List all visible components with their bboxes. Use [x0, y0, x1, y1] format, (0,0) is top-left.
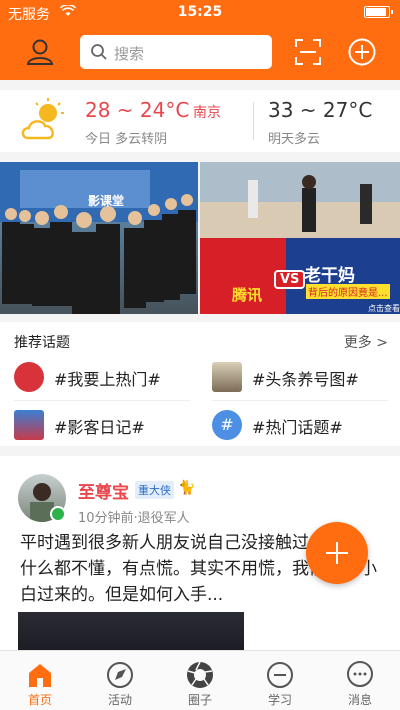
- topic-thumb: [14, 410, 44, 440]
- topics-title: 推荐话题: [14, 335, 70, 351]
- today-temperature: 28 ~ 24°C: [85, 98, 190, 122]
- topic-thumb: [14, 362, 44, 392]
- tab-circle[interactable]: 圈子: [160, 651, 240, 710]
- tab-messages[interactable]: 消息: [320, 651, 400, 710]
- compose-button[interactable]: [306, 522, 368, 584]
- learn-icon: [267, 662, 293, 688]
- status-bar: 无服务 15:25: [0, 0, 400, 26]
- tab-label: 学习: [267, 693, 292, 707]
- tab-label: 消息: [347, 693, 372, 707]
- activity-icon: [107, 662, 133, 688]
- banner-tag-1: 腾讯: [232, 286, 263, 304]
- search-icon: [91, 44, 107, 60]
- post-username[interactable]: 至尊宝: [78, 478, 129, 503]
- banner-right[interactable]: 腾讯 VS 老干妈 背后的原因竟是... 点击查看: [200, 162, 400, 314]
- tab-home[interactable]: 首页: [0, 651, 80, 710]
- search-placeholder: 搜索: [114, 45, 145, 63]
- add-icon[interactable]: [346, 36, 378, 68]
- banner-vs: VS: [274, 270, 306, 289]
- verified-icon: [50, 506, 66, 522]
- partly-cloudy-icon: [21, 98, 64, 140]
- city-label: 南京: [193, 105, 221, 121]
- divider: [212, 400, 388, 401]
- banner-cta: 点击查看: [368, 304, 400, 313]
- topic-label: #我要上热门#: [54, 370, 161, 389]
- tomorrow-description: 明天多云: [268, 132, 321, 147]
- topic-label: #热门话题#: [252, 418, 343, 437]
- weather-card[interactable]: 28 ~ 24°C 南京 今日 多云转阴 33 ~ 27°C 明天多云: [0, 90, 400, 152]
- banner-subtitle: 背后的原因竟是...: [306, 284, 390, 299]
- search-input[interactable]: 搜索: [80, 35, 272, 69]
- circle-icon: [187, 661, 213, 688]
- tomorrow-temperature: 33 ~ 27°C: [268, 98, 373, 122]
- banner-tag-2: 老干妈: [304, 266, 355, 286]
- battery-icon: [364, 6, 393, 18]
- topic-item[interactable]: # #热门话题#: [212, 404, 392, 444]
- header: 搜索: [0, 26, 400, 80]
- divider: [14, 400, 190, 401]
- hashtag-icon: #: [212, 410, 242, 440]
- scan-icon[interactable]: [292, 36, 324, 68]
- cat-icon: 🐈: [178, 480, 196, 496]
- topic-label: #头条养号图#: [252, 370, 359, 389]
- tab-learn[interactable]: 学习: [240, 651, 320, 710]
- topic-item[interactable]: #头条养号图#: [212, 356, 392, 396]
- banner-left[interactable]: 影课堂: [0, 162, 198, 314]
- tab-activity[interactable]: 活动: [80, 651, 160, 710]
- recommended-topics: 推荐话题 更多 > #我要上热门# #头条养号图# #影客日记# # #热门话题…: [0, 322, 400, 446]
- tab-label: 活动: [107, 693, 132, 707]
- clock: 15:25: [177, 4, 223, 20]
- post-meta: 10分钟前·退役军人: [78, 511, 190, 526]
- beach-photo: [200, 162, 400, 238]
- tab-label: 圈子: [187, 693, 212, 707]
- profile-icon[interactable]: [24, 36, 56, 68]
- group-photo: [0, 162, 198, 314]
- divider: [253, 102, 254, 140]
- bottom-tab-bar: 首页 活动 圈子 学习 消息: [0, 650, 400, 710]
- tab-label: 首页: [27, 693, 52, 707]
- topic-thumb: [212, 362, 242, 392]
- user-badge: 重大侠: [135, 481, 174, 499]
- banner-left-logo-text: 影课堂: [88, 194, 125, 208]
- message-icon: [347, 661, 373, 687]
- topic-item[interactable]: #我要上热门#: [14, 356, 194, 396]
- home-icon: [29, 664, 51, 687]
- topics-more-link[interactable]: 更多 >: [344, 332, 388, 352]
- topic-label: #影客日记#: [54, 418, 145, 437]
- topic-item[interactable]: #影客日记#: [14, 404, 194, 444]
- today-description: 今日 多云转阴: [85, 132, 168, 147]
- top-bar: 无服务 15:25 搜索: [0, 0, 400, 80]
